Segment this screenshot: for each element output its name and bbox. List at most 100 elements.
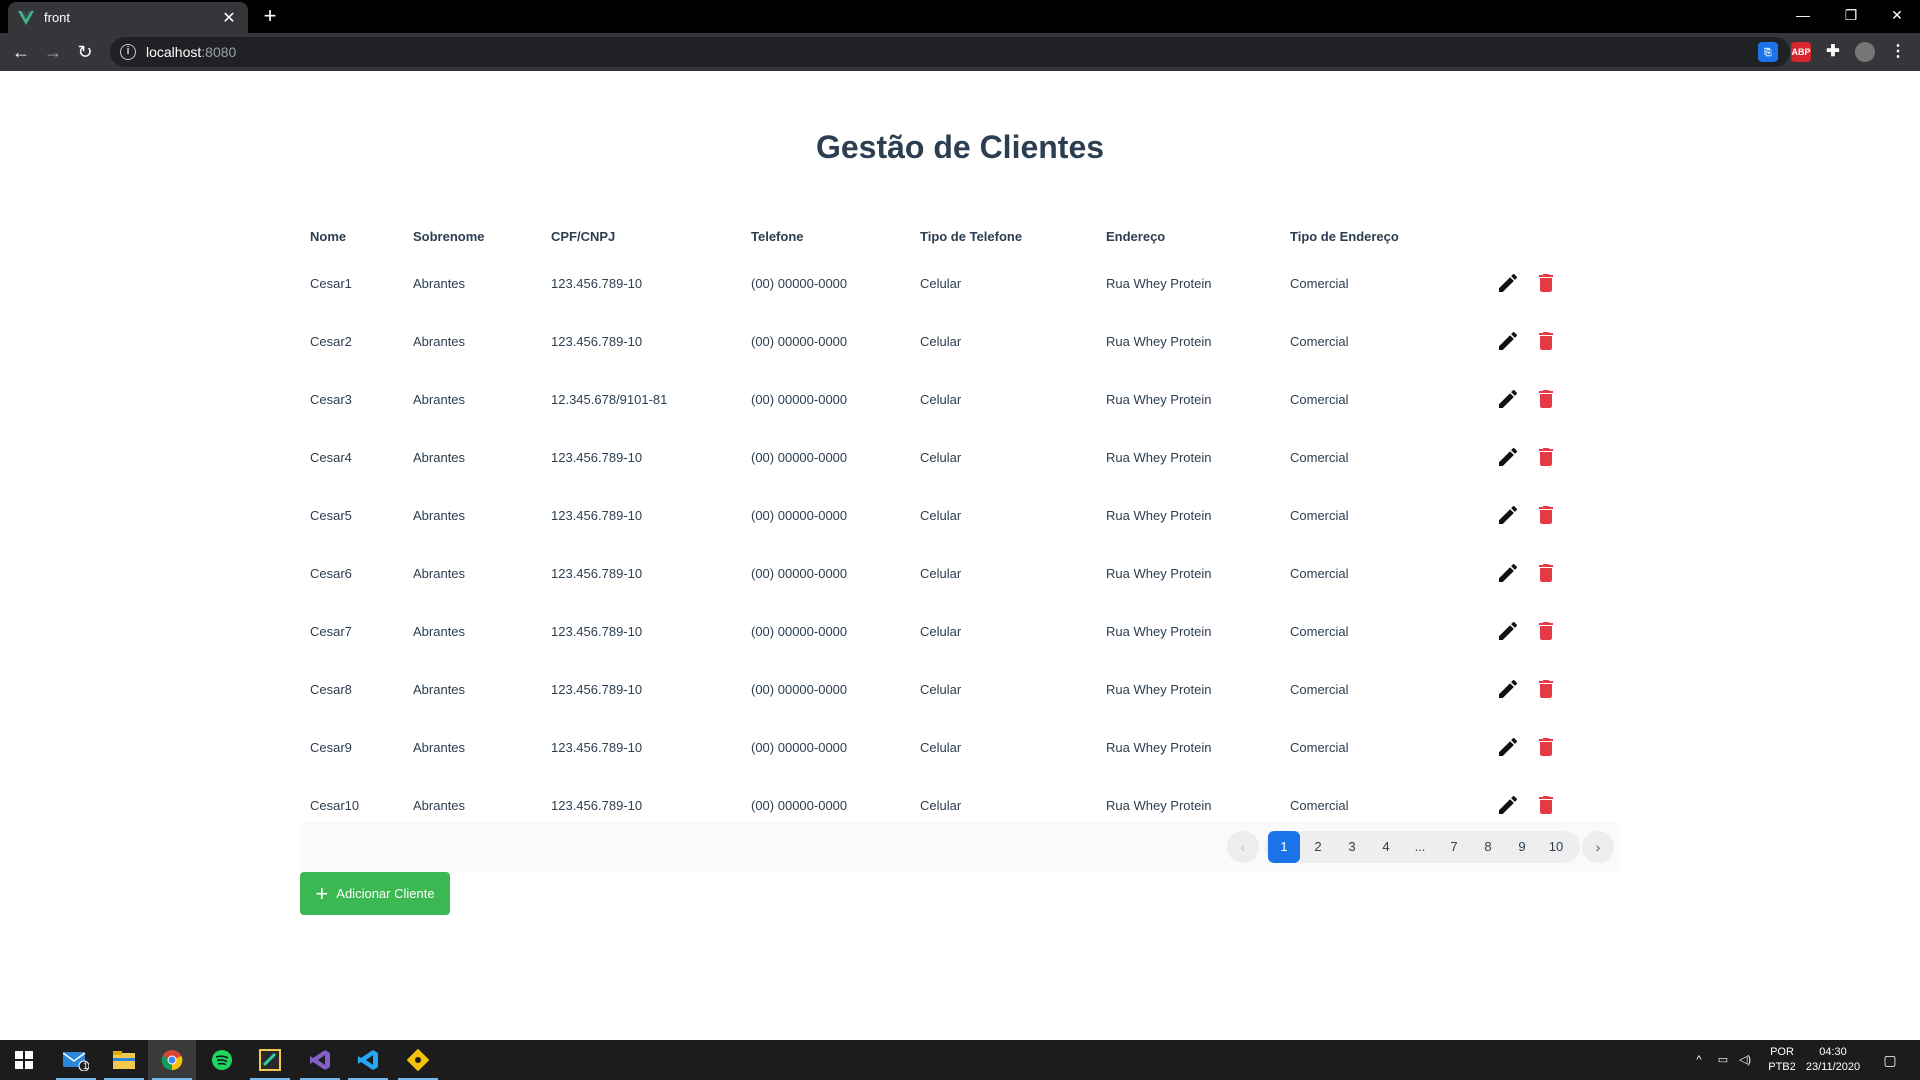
header-cpf-cnpj[interactable]: CPF/CNPJ xyxy=(541,218,741,254)
header-telefone[interactable]: Telefone xyxy=(741,218,910,254)
delete-button[interactable] xyxy=(1534,793,1558,817)
delete-button[interactable] xyxy=(1534,329,1558,353)
mail-icon[interactable]: 1 xyxy=(52,1040,100,1080)
cell-cpf-cnpj: 123.456.789-10 xyxy=(551,449,643,465)
pagination-next-chevron-right-icon[interactable]: › xyxy=(1582,831,1614,863)
cell-nome: Cesar9 xyxy=(310,739,352,755)
chrome-icon[interactable] xyxy=(148,1040,196,1080)
network-icon[interactable]: ▭ xyxy=(1714,1040,1732,1080)
header-tipo-telefone[interactable]: Tipo de Telefone xyxy=(910,218,1096,254)
edit-button[interactable] xyxy=(1496,271,1520,295)
tab-close-icon[interactable]: ✕ xyxy=(220,8,238,28)
add-client-button[interactable]: + Adicionar Cliente xyxy=(300,872,450,915)
address-bar[interactable]: i localhost:8080 ☆ xyxy=(110,37,1790,67)
delete-button[interactable] xyxy=(1534,445,1558,469)
windows-start-icon[interactable] xyxy=(0,1040,48,1080)
cell-sobrenome: Abrantes xyxy=(413,507,466,523)
new-tab-icon[interactable]: + xyxy=(258,4,282,28)
cell-cpf-cnpj: 123.456.789-10 xyxy=(551,739,643,755)
pagination-page[interactable]: 3 xyxy=(1336,831,1368,863)
edit-button[interactable] xyxy=(1496,503,1520,527)
cell-cpf-cnpj: 123.456.789-10 xyxy=(551,275,643,291)
pagination-page[interactable]: 7 xyxy=(1438,831,1470,863)
cell-sobrenome: Abrantes xyxy=(413,333,466,349)
cell-tipo-endereco: Comercial xyxy=(1290,391,1349,407)
file-explorer-icon[interactable] xyxy=(100,1040,148,1080)
close-window-icon[interactable]: ✕ xyxy=(1874,0,1920,33)
delete-button[interactable] xyxy=(1534,387,1558,411)
git-kraken-icon[interactable] xyxy=(394,1040,442,1080)
delete-button[interactable] xyxy=(1534,677,1558,701)
pencil-icon xyxy=(1499,621,1518,640)
table-header-row: Nome Sobrenome CPF/CNPJ Telefone Tipo de… xyxy=(300,218,1620,254)
header-nome[interactable]: Nome xyxy=(300,218,403,254)
forward-icon[interactable]: → xyxy=(40,39,66,65)
trash-icon xyxy=(1539,564,1553,582)
pagination-page[interactable]: 8 xyxy=(1472,831,1504,863)
delete-button[interactable] xyxy=(1534,735,1558,759)
table-row: Cesar4 Abrantes 123.456.789-10 (00) 00000-0… xyxy=(300,428,1620,486)
notifications-icon[interactable]: ▢ xyxy=(1878,1040,1902,1080)
delete-button[interactable] xyxy=(1534,561,1558,585)
restore-icon[interactable]: ❐ xyxy=(1828,0,1874,33)
extension-blue-icon[interactable]: ⎘ xyxy=(1758,42,1778,62)
site-info-icon[interactable]: i xyxy=(120,44,136,60)
pagination-page[interactable]: 4 xyxy=(1370,831,1402,863)
header-tipo-endereco[interactable]: Tipo de Endereço xyxy=(1280,218,1486,254)
header-endereco[interactable]: Endereço xyxy=(1096,218,1280,254)
edit-button[interactable] xyxy=(1496,735,1520,759)
sublime-merge-icon[interactable] xyxy=(246,1040,294,1080)
edit-button[interactable] xyxy=(1496,793,1520,817)
cell-tipo-endereco: Comercial xyxy=(1290,565,1349,581)
pagination-page[interactable]: 9 xyxy=(1506,831,1538,863)
pencil-icon xyxy=(1499,273,1518,292)
edit-button[interactable] xyxy=(1496,387,1520,411)
cell-telefone: (00) 00000-0000 xyxy=(751,565,848,581)
pagination-page[interactable]: 2 xyxy=(1302,831,1334,863)
spotify-icon[interactable] xyxy=(198,1040,246,1080)
cell-tipo-endereco: Comercial xyxy=(1290,449,1349,465)
pagination-page[interactable]: 1 xyxy=(1268,831,1300,863)
clock-time: 04:30 xyxy=(1819,1046,1847,1058)
tray-chevron-up-icon[interactable]: ^ xyxy=(1690,1040,1708,1080)
header-sobrenome[interactable]: Sobrenome xyxy=(403,218,541,254)
pencil-icon xyxy=(1499,563,1518,582)
tab-title: front xyxy=(44,10,71,25)
pagination-page[interactable]: 10 xyxy=(1540,831,1572,863)
edit-button[interactable] xyxy=(1496,561,1520,585)
browser-menu-icon[interactable]: ⋮ xyxy=(1888,42,1908,62)
edit-button[interactable] xyxy=(1496,619,1520,643)
cell-endereco: Rua Whey Protein xyxy=(1106,681,1212,697)
visual-studio-icon[interactable] xyxy=(296,1040,344,1080)
delete-button[interactable] xyxy=(1534,271,1558,295)
back-icon[interactable]: ← xyxy=(8,39,34,65)
edit-button[interactable] xyxy=(1496,677,1520,701)
edit-button[interactable] xyxy=(1496,445,1520,469)
cell-sobrenome: Abrantes xyxy=(413,739,466,755)
cell-cpf-cnpj: 123.456.789-10 xyxy=(551,623,643,639)
delete-button[interactable] xyxy=(1534,619,1558,643)
language-code: POR xyxy=(1770,1046,1794,1058)
cell-telefone: (00) 00000-0000 xyxy=(751,623,848,639)
keyboard-layout: PTB2 xyxy=(1768,1061,1796,1073)
cell-nome: Cesar2 xyxy=(310,333,352,349)
delete-button[interactable] xyxy=(1534,503,1558,527)
pencil-icon xyxy=(1499,389,1518,408)
clock[interactable]: 04:30 23/11/2020 xyxy=(1800,1040,1866,1080)
cell-telefone: (00) 00000-0000 xyxy=(751,333,848,349)
volume-icon[interactable]: ◁) xyxy=(1736,1040,1754,1080)
cell-nome: Cesar4 xyxy=(310,449,352,465)
cell-tipo-telefone: Celular xyxy=(920,391,962,407)
clients-table: Nome Sobrenome CPF/CNPJ Telefone Tipo de… xyxy=(300,218,1620,834)
language-indicator[interactable]: POR PTB2 xyxy=(1762,1040,1802,1080)
minimize-icon[interactable]: — xyxy=(1780,0,1826,33)
browser-tab[interactable]: front ✕ xyxy=(8,2,248,33)
extensions-puzzle-icon[interactable]: ✚ xyxy=(1823,42,1843,62)
adblock-plus-icon[interactable]: ABP xyxy=(1791,42,1811,62)
pencil-icon xyxy=(1499,679,1518,698)
pagination-prev-chevron-left-icon[interactable]: ‹ xyxy=(1227,831,1259,863)
vscode-icon[interactable] xyxy=(344,1040,392,1080)
profile-avatar[interactable] xyxy=(1855,42,1875,62)
reload-icon[interactable]: ↻ xyxy=(72,39,98,65)
edit-button[interactable] xyxy=(1496,329,1520,353)
